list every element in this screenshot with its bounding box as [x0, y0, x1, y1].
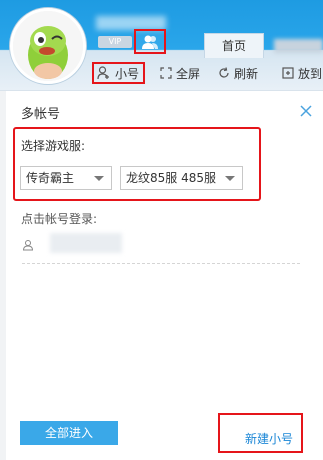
fullscreen-icon: [160, 67, 172, 79]
multi-account-panel: 多帐号 选择游戏服: 传奇霸主 龙纹85服 485服 点击帐号登录: 全部进入 …: [0, 90, 323, 460]
refresh-icon: [219, 67, 229, 78]
new-account-link[interactable]: 新建小号: [245, 430, 293, 447]
zoom-button[interactable]: 放到: [282, 62, 322, 84]
account-name-blurred: [50, 233, 122, 253]
close-icon[interactable]: [299, 103, 313, 117]
vip-badge: VIP: [98, 36, 132, 48]
server-select[interactable]: 龙纹85服 485服: [120, 166, 243, 190]
multi-account-button[interactable]: [134, 29, 166, 54]
zoom-label: 放到: [298, 66, 323, 81]
add-user-icon: [97, 66, 109, 80]
refresh-label: 刷新: [234, 66, 259, 81]
game-select-value: 传奇霸主: [26, 171, 75, 185]
panel-left-strip: [0, 91, 6, 460]
small-account-label: 小号: [115, 66, 140, 81]
small-account-button[interactable]: 小号: [92, 62, 145, 84]
header-bar: VIP 首页 小号 全屏 刷新 放到: [0, 0, 323, 90]
fullscreen-button[interactable]: 全屏: [160, 62, 200, 84]
panel-title: 多帐号: [21, 107, 61, 122]
username-blurred: [96, 16, 166, 30]
zoom-icon: [282, 67, 294, 79]
users-icon: [142, 35, 158, 49]
tab-home[interactable]: 首页: [204, 33, 264, 58]
login-label: 点击帐号登录:: [21, 212, 98, 226]
toolbar: 小号 全屏 刷新 放到: [0, 58, 323, 90]
server-select-value: 龙纹85服 485服: [126, 171, 216, 185]
game-select[interactable]: 传奇霸主: [20, 166, 112, 190]
tab-blurred[interactable]: [274, 39, 323, 53]
fullscreen-label: 全屏: [176, 66, 201, 81]
refresh-button[interactable]: 刷新: [218, 62, 258, 84]
account-item[interactable]: [20, 233, 300, 259]
user-icon: [22, 240, 34, 251]
server-label: 选择游戏服:: [21, 139, 86, 153]
chevron-down-icon: [94, 176, 104, 181]
chevron-down-icon: [225, 176, 235, 181]
divider: [22, 263, 300, 264]
enter-all-button[interactable]: 全部进入: [20, 421, 118, 445]
